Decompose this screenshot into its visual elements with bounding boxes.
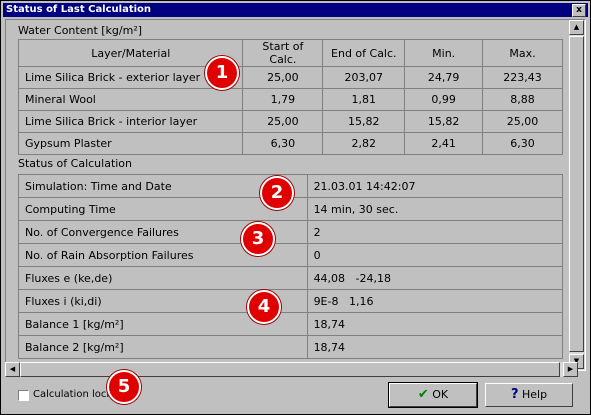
table-row: Lime Silica Brick - exterior layer 25,00 2… (17, 66, 563, 89)
table-header-row: Layer/Material Start of Calc. End of Calc.… (17, 39, 563, 67)
value-cell: 15,82 (404, 110, 484, 133)
material-name-cell: Lime Silica Brick - interior layer (17, 110, 244, 133)
table-row: Mineral Wool 1,79 1,81 0,99 8,88 (17, 88, 563, 111)
callout-badge-5: 5 (107, 370, 141, 404)
callout-badge-4: 4 (247, 290, 281, 324)
value-cell: 203,07 (322, 66, 406, 89)
content-panel: Water Content [kg/m²] Layer/Material Star… (5, 19, 586, 371)
status-field-value: 21.03.01 14:42:07 (306, 174, 564, 198)
value-cell: 6,30 (242, 132, 324, 155)
callout-badge-3: 3 (241, 222, 275, 256)
status-field-value: 18,74 (306, 335, 564, 359)
help-label: Help (521, 388, 548, 401)
value-cell: 25,00 (242, 110, 324, 133)
close-button[interactable]: x (572, 4, 586, 17)
scroll-left-button[interactable]: ◀ (5, 362, 20, 377)
horizontal-scrollbar[interactable]: ◀ ▶ (5, 362, 578, 377)
value-cell: 1,81 (322, 88, 406, 111)
value-cell: 25,00 (482, 110, 563, 133)
column-header: End of Calc. (322, 39, 406, 67)
title-bar: Status of Last Calculation x (3, 3, 588, 17)
status-field-value: 14 min, 30 sec. (306, 197, 564, 221)
table-row: Gypsum Plaster 6,30 2,82 2,41 6,30 (17, 132, 563, 155)
help-button[interactable]: ? Help (485, 383, 573, 407)
window-title: Status of Last Calculation (6, 4, 152, 15)
status-field-label: Balance 2 [kg/m²] (18, 335, 308, 359)
value-cell: 223,43 (482, 66, 563, 89)
material-name-cell: Gypsum Plaster (17, 132, 244, 155)
value-cell: 25,00 (242, 66, 324, 89)
status-field-value: 18,74 (306, 312, 564, 336)
scroll-up-button[interactable]: ▲ (569, 20, 584, 35)
water-content-label: Water Content [kg/m²] (18, 24, 143, 37)
status-field-value: 9E-8 1,16 (306, 289, 564, 313)
value-cell: 2,41 (404, 132, 484, 155)
value-cell: 2,82 (322, 132, 406, 155)
status-label: Status of Calculation (18, 157, 133, 170)
status-field-label: Fluxes e (ke,de) (18, 266, 308, 290)
callout-badge-1: 1 (205, 56, 239, 90)
column-header: Min. (404, 39, 484, 67)
dialog-window: Status of Last Calculation x Water Conte… (0, 0, 591, 415)
table-row: No. of Rain Absorption Failures 0 (18, 243, 564, 267)
table-row: Balance 1 [kg/m²] 18,74 (18, 312, 564, 336)
close-icon: x (576, 5, 582, 15)
ok-button[interactable]: ✔ OK (388, 382, 478, 408)
value-cell: 15,82 (322, 110, 406, 133)
table-row: Fluxes e (ke,de) 44,08 -24,18 (18, 266, 564, 290)
table-row: Fluxes i (ki,di) 9E-8 1,16 (18, 289, 564, 313)
calculation-locked-checkbox[interactable] (18, 390, 29, 401)
vertical-scroll-thumb[interactable] (569, 36, 584, 352)
value-cell: 0,99 (404, 88, 484, 111)
vertical-scrollbar[interactable]: ▲ ▼ (569, 20, 585, 370)
status-field-value: 2 (306, 220, 564, 244)
status-field-value: 0 (306, 243, 564, 267)
question-icon: ? (510, 387, 519, 402)
column-header: Max. (482, 39, 563, 67)
value-cell: 1,79 (242, 88, 324, 111)
scroll-right-button[interactable]: ▶ (563, 362, 578, 377)
table-row: Balance 2 [kg/m²] 18,74 (18, 335, 564, 359)
ok-label: OK (432, 388, 449, 401)
table-row: Lime Silica Brick - interior layer 25,00 1… (17, 110, 563, 133)
material-name-cell: Mineral Wool (17, 88, 244, 111)
table-row: No. of Convergence Failures 2 (18, 220, 564, 244)
horizontal-scroll-thumb[interactable] (20, 362, 560, 377)
value-cell: 6,30 (482, 132, 563, 155)
water-content-table: Layer/Material Start of Calc. End of Calc.… (17, 39, 563, 155)
checkmark-icon: ✔ (417, 387, 429, 402)
column-header: Start of Calc. (242, 39, 324, 67)
value-cell: 8,88 (482, 88, 563, 111)
callout-badge-2: 2 (260, 176, 294, 210)
status-field-value: 44,08 -24,18 (306, 266, 564, 290)
value-cell: 24,79 (404, 66, 484, 89)
